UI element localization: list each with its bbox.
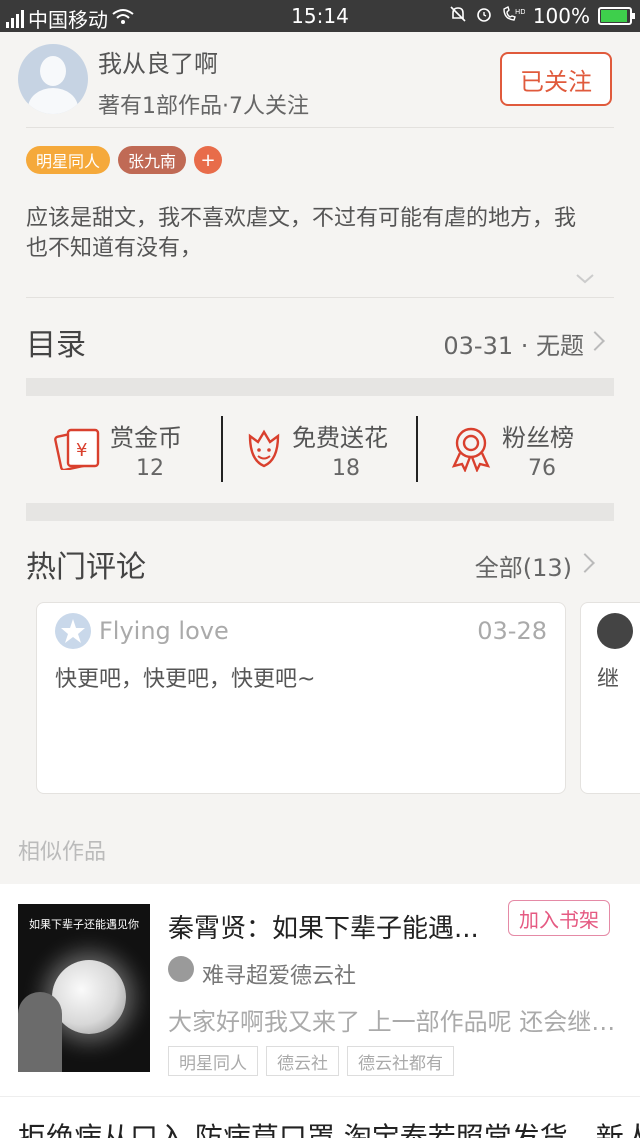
avatar[interactable] [597,613,633,649]
comment-text: 快更吧，快更吧，快更吧~ [55,667,316,692]
flower-icon [248,429,280,468]
all-comments-link[interactable]: 全部(13) [475,548,572,583]
cover-title: 如果下辈子还能遇见你 [29,918,139,931]
stat-value: 76 [528,456,556,481]
add-tag-button[interactable]: + [194,146,223,174]
stat-label: 赏金币 [110,424,182,452]
book-description: 应该是甜文，我不喜欢虐文，不过有可能有虐的地方，我也不知道有没有， [26,206,577,261]
book-intro: 大家好啊我又来了 上一部作品呢 还会继续更新的 [168,1008,622,1036]
similar-book-card[interactable]: 如果下辈子还能遇见你 秦霄贤：如果下辈子能遇... 加入书架 难寻超爱德云社 大… [0,884,640,1096]
author-name[interactable]: 我从良了啊 [98,44,218,79]
stat-label: 粉丝榜 [502,424,574,452]
section-separator [26,378,614,396]
alarm-icon [475,4,493,28]
reward-coins-stat[interactable]: ¥ 赏金币 12 [54,408,224,488]
book-tag[interactable]: 明星同人 [168,1046,258,1076]
medal-icon [451,427,491,472]
mute-icon [449,4,467,28]
battery-icon [598,7,635,25]
hot-comments-header: 热门评论 全部(13) [26,542,614,586]
avatar [168,956,194,982]
svg-text:¥: ¥ [76,440,87,461]
red-envelope-icon: ¥ [54,428,100,470]
divider [221,416,223,482]
chevron-down-icon[interactable] [576,270,594,288]
tag-item[interactable]: 张九南 [118,146,187,174]
author-header: 我从良了啊 著有1部作品·7人关注 已关注 [0,32,640,128]
svg-text:HD: HD [515,8,525,16]
comment-user[interactable]: Flying love [99,617,229,645]
divider [26,297,614,298]
book-author[interactable]: 难寻超爱德云社 [202,958,356,990]
avatar[interactable] [18,44,88,114]
divider [26,127,614,128]
status-bar: 中国移动 15:14 HD 100% [0,0,640,32]
author-meta: 著有1部作品·7人关注 [98,94,309,119]
catalog-label: 目录 [26,328,86,363]
book-title[interactable]: 秦霄贤：如果下辈子能遇... [168,908,479,945]
chevron-right-icon [575,553,595,573]
book-tag[interactable]: 德云社 [266,1046,339,1076]
add-to-shelf-button[interactable]: 加入书架 [508,900,610,936]
tag-list: 明星同人 张九南 + [26,146,223,174]
avatar[interactable] [55,613,91,649]
star-icon [61,619,85,643]
stat-value: 18 [332,456,360,481]
book-tag[interactable]: 德云社都有 [347,1046,454,1076]
volte-icon: HD [501,4,525,28]
person-image [18,992,62,1072]
next-item-text[interactable]: 拒绝病从口入 防病莫口罩 淘宝泰若照常发货…新人 [18,1116,640,1138]
latest-chapter[interactable]: 03-31 · 无题 [443,326,584,361]
comment-text: 继 [597,667,620,692]
comment-date: 03-28 [477,617,547,645]
comment-card[interactable]: Flying love 03-28 快更吧，快更吧，快更吧~ [36,602,566,794]
similar-works-title: 相似作品 [18,840,107,865]
book-cover[interactable]: 如果下辈子还能遇见你 [18,904,150,1072]
comment-card[interactable]: 继 [580,602,640,794]
free-flower-stat[interactable]: 免费送花 18 [244,408,414,488]
hot-comments-title: 热门评论 [26,550,146,585]
stats-bar: ¥ 赏金币 12 免费送花 18 粉丝榜 76 [26,408,614,488]
tag-item[interactable]: 明星同人 [26,146,111,174]
catalog-row[interactable]: 目录 03-31 · 无题 [26,318,614,366]
section-separator [26,503,614,521]
follow-button[interactable]: 已关注 [500,52,612,106]
battery-percent: 100% [532,4,590,28]
stat-value: 12 [136,456,164,481]
stat-label: 免费送花 [292,424,388,452]
moon-image [52,960,126,1034]
divider [416,416,418,482]
chevron-right-icon [585,331,605,351]
book-tag-list: 明星同人 德云社 德云社都有 [168,1046,454,1076]
fan-ranking-stat[interactable]: 粉丝榜 76 [450,408,614,488]
